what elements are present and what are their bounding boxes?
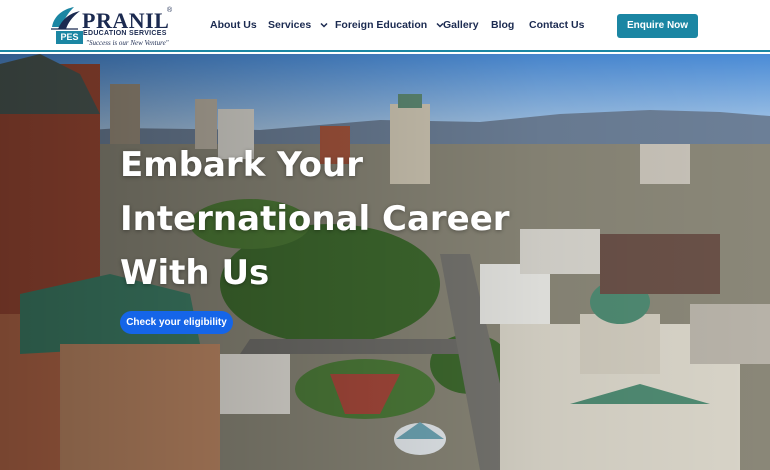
chevron-down-icon	[320, 23, 328, 28]
logo-badge: PES	[56, 31, 83, 44]
nav-contact-us[interactable]: Contact Us	[529, 19, 584, 31]
nav-label: Foreign Education	[335, 19, 428, 31]
nav-label: Contact Us	[529, 19, 585, 31]
nav-label: Blog	[491, 19, 515, 31]
site-header: PRANIL ® PES EDUCATION SERVICES "Success…	[0, 0, 770, 52]
check-eligibility-button[interactable]: Check your eligibility	[120, 311, 233, 334]
nav-blog[interactable]: Blog	[491, 19, 514, 31]
hero-section: Embark Your International Career With Us…	[0, 54, 770, 470]
logo-tagline: "Success is our New Venture"	[86, 39, 169, 47]
nav-services[interactable]: Services	[268, 19, 328, 31]
nav-label: Gallery	[443, 19, 479, 31]
nav-label: Services	[268, 19, 312, 31]
hero-title: Embark Your International Career With Us	[120, 145, 510, 293]
nav-about-us[interactable]: About Us	[210, 19, 257, 31]
enquire-now-button[interactable]: Enquire Now	[617, 14, 698, 38]
pranil-logo[interactable]: PRANIL ® PES EDUCATION SERVICES "Success…	[48, 5, 178, 49]
nav-label: About Us	[210, 19, 257, 31]
logo-registered-mark: ®	[167, 7, 173, 14]
nav-foreign-education[interactable]: Foreign Education	[335, 19, 444, 31]
nav-gallery[interactable]: Gallery	[443, 19, 479, 31]
logo-subtitle: EDUCATION SERVICES	[83, 30, 167, 37]
